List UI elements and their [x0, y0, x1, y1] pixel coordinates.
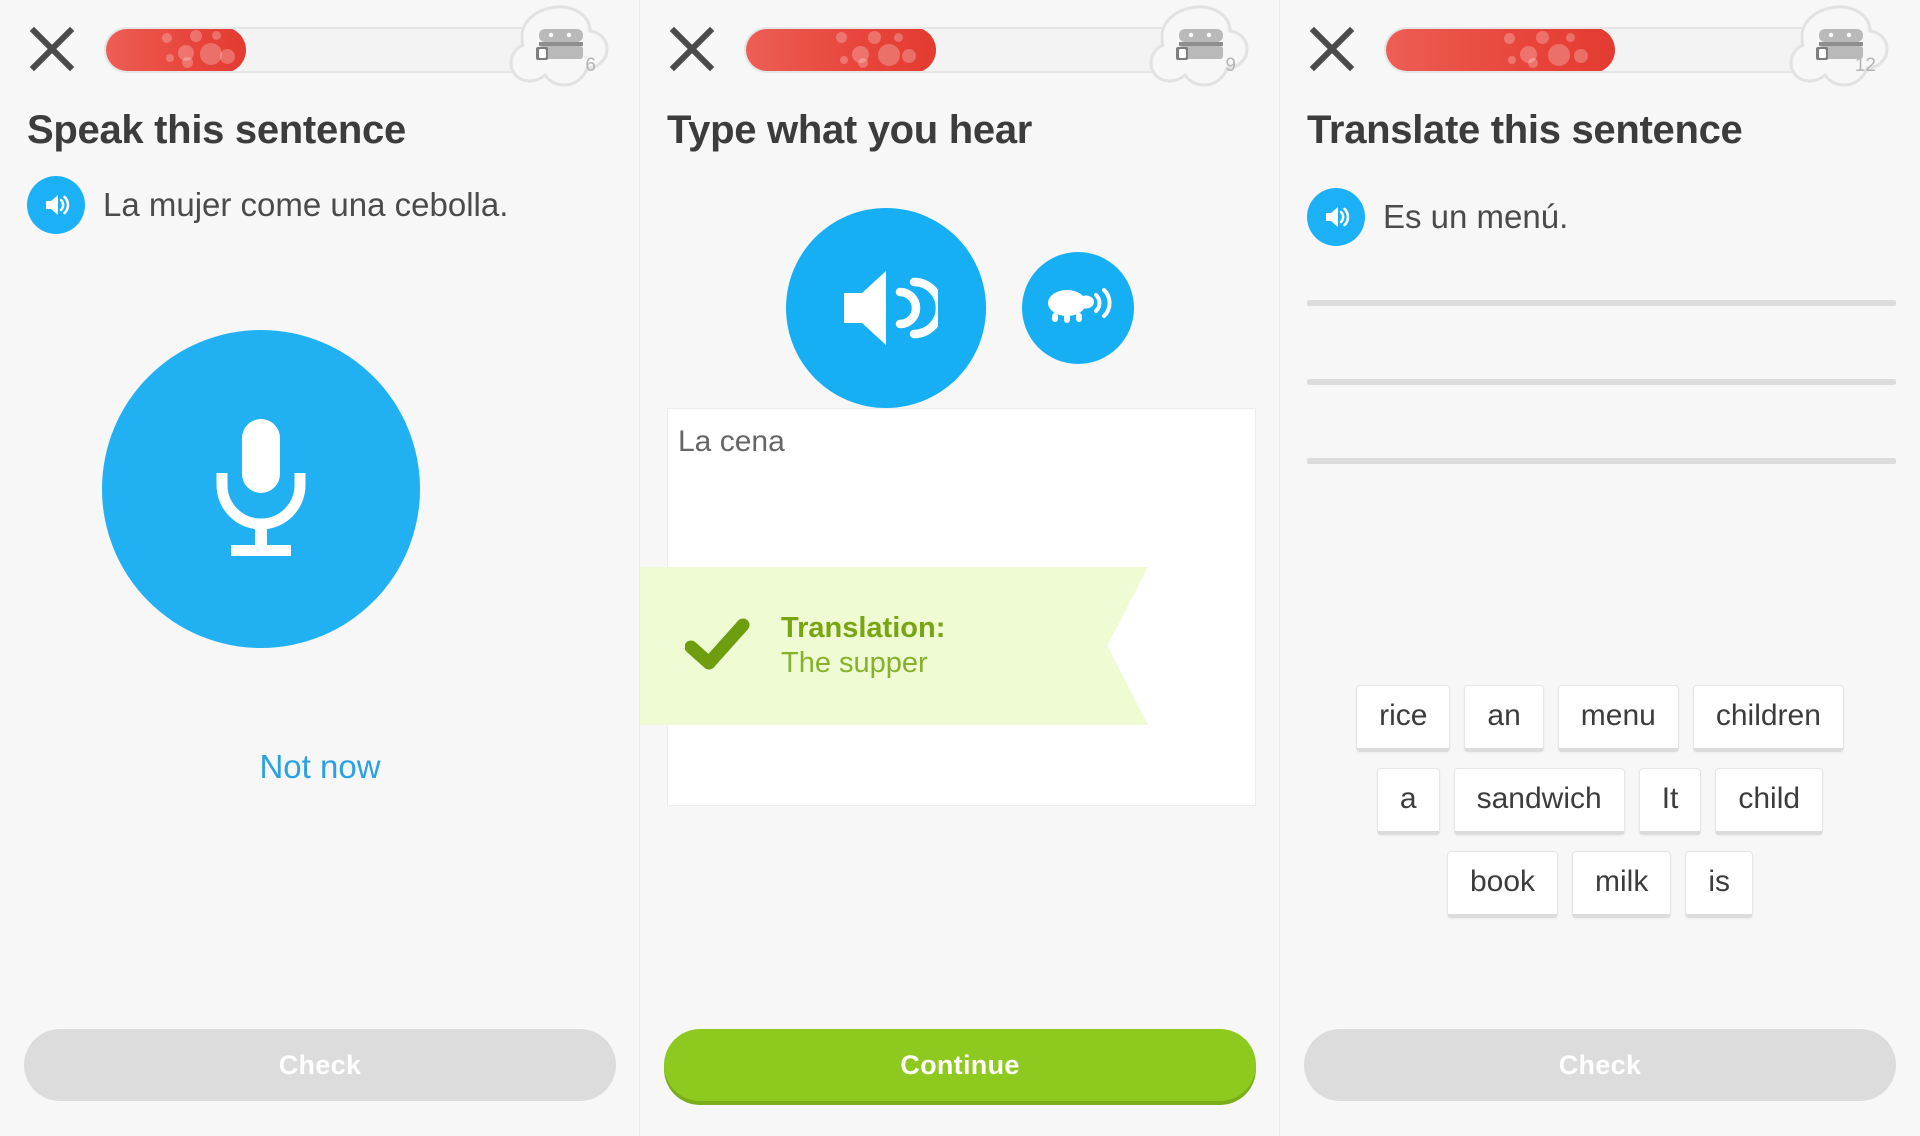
treasure-chest-badge: 9 — [1148, 3, 1252, 97]
turtle-speaker-icon[interactable] — [1022, 252, 1134, 364]
word-tile[interactable]: It — [1638, 768, 1702, 835]
check-button[interactable]: Check — [1304, 1029, 1896, 1101]
answer-line[interactable] — [1307, 379, 1896, 385]
progress-bar: 12 — [1384, 5, 1889, 87]
word-tile[interactable]: sandwich — [1453, 768, 1625, 835]
prompt-sentence-row: Es un menú. — [1307, 188, 1568, 246]
progress-fill — [1386, 29, 1616, 71]
panel-translate-this-sentence: 12 Translate this sentence Es un menú. r… — [1280, 0, 1920, 1136]
speaker-icon[interactable] — [786, 208, 986, 408]
word-bank-row: book milk is — [1298, 851, 1902, 918]
page-title: Translate this sentence — [1307, 108, 1743, 152]
panel-type-what-you-hear: 9 Type what you hear La cena Translation… — [640, 0, 1280, 1136]
word-tile[interactable]: child — [1715, 768, 1824, 835]
chest-count: 9 — [1225, 55, 1236, 76]
progress-fill — [746, 29, 936, 71]
word-bank: rice an menu children a sandwich It child book mi… — [1298, 685, 1902, 934]
check-button[interactable]: Check — [24, 1029, 616, 1101]
progress-fill — [106, 29, 247, 71]
panel-1-header: 6 — [0, 0, 640, 100]
close-icon[interactable] — [28, 25, 76, 73]
treasure-chest-badge: 12 — [1788, 3, 1892, 97]
word-tile[interactable]: rice — [1356, 685, 1451, 752]
not-now-link[interactable]: Not now — [0, 748, 640, 786]
exercise-screen: 6 Speak this sentence La mujer come una … — [0, 0, 1920, 1136]
panel-speak-this-sentence: 6 Speak this sentence La mujer come una … — [0, 0, 640, 1136]
close-icon[interactable] — [1308, 25, 1356, 73]
microphone-icon — [198, 411, 324, 568]
word-bank-row: rice an menu children — [1298, 685, 1902, 752]
prompt-sentence: Es un menú. — [1383, 198, 1569, 235]
prompt-sentence: La mujer come una cebolla. — [103, 186, 509, 223]
answer-lines — [1307, 300, 1896, 537]
speaker-icon[interactable] — [1307, 188, 1365, 246]
answer-text-value: La cena — [678, 425, 785, 458]
word-bank-row: a sandwich It child — [1298, 768, 1902, 835]
panel-3-header: 12 — [1280, 0, 1920, 100]
continue-button[interactable]: Continue — [664, 1029, 1256, 1101]
chest-count: 6 — [585, 55, 596, 76]
word-tile[interactable]: an — [1464, 685, 1544, 752]
panel-2-header: 9 — [640, 0, 1280, 100]
audio-controls — [640, 208, 1280, 408]
word-tile[interactable]: book — [1446, 851, 1559, 918]
answer-line[interactable] — [1307, 300, 1896, 306]
word-tile[interactable]: is — [1685, 851, 1754, 918]
speaker-icon[interactable] — [27, 176, 85, 234]
page-title: Speak this sentence — [27, 108, 406, 152]
prompt-sentence-row: La mujer come una cebolla. — [27, 176, 508, 234]
word-tile[interactable]: a — [1376, 768, 1440, 835]
check-icon — [684, 617, 751, 676]
microphone-button[interactable] — [102, 330, 420, 648]
treasure-chest-icon — [536, 29, 583, 60]
progress-bar: 9 — [744, 5, 1249, 87]
word-tile[interactable]: milk — [1572, 851, 1672, 918]
word-tile[interactable]: menu — [1557, 685, 1679, 752]
word-tile[interactable]: children — [1692, 685, 1844, 752]
translation-label: Translation: — [781, 611, 946, 644]
answer-line[interactable] — [1307, 458, 1896, 464]
progress-bar: 6 — [104, 5, 609, 87]
translation-value: The supper — [781, 647, 928, 679]
page-title: Type what you hear — [667, 108, 1033, 152]
chest-count: 12 — [1854, 55, 1876, 76]
close-icon[interactable] — [668, 25, 716, 73]
treasure-chest-badge: 6 — [508, 3, 612, 97]
translation-banner: Translation: The supper — [640, 567, 1148, 725]
treasure-chest-icon — [1176, 29, 1223, 60]
